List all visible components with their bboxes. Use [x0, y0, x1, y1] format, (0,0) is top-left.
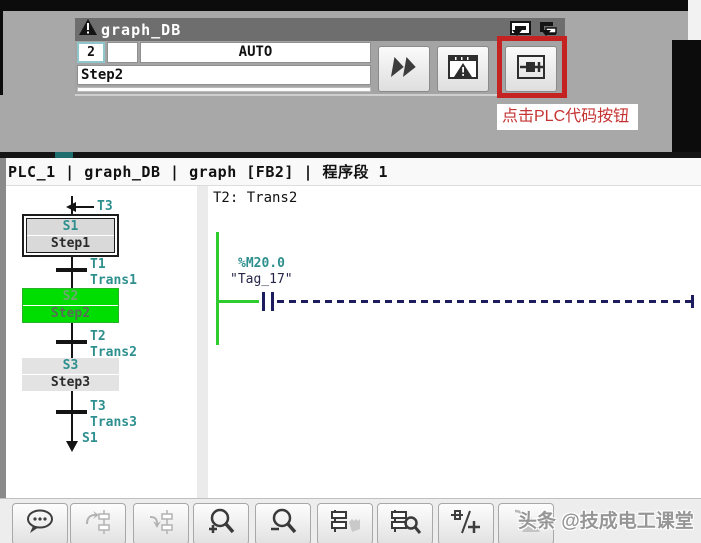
entry-arrow-icon: [66, 202, 76, 212]
power-rail: [216, 232, 219, 345]
step-id: S2: [62, 289, 79, 304]
jump-target-label: S1: [82, 431, 98, 446]
comment-icon: [24, 508, 56, 540]
comment-button[interactable]: [12, 503, 68, 543]
jump-down-icon: [145, 508, 177, 540]
empty-cell: [107, 42, 138, 63]
transition-name: Trans3: [90, 415, 137, 430]
jump-forward-icon: [82, 508, 114, 540]
breadcrumb[interactable]: PLC_1 | graph_DB | graph [FB2] | 程序段 1: [0, 158, 701, 186]
contact-symbol[interactable]: [271, 292, 274, 311]
zoom-in-icon: [205, 507, 237, 541]
network-header: T2: Trans2: [213, 190, 298, 206]
zoom-out-button[interactable]: [255, 503, 311, 543]
mode-display: AUTO: [140, 42, 371, 63]
contact-tag: "Tag_17": [230, 272, 293, 287]
warning-window-icon: [445, 53, 481, 85]
zoom-out-icon: [267, 507, 299, 541]
highlight-box: [497, 36, 567, 98]
fast-forward-button[interactable]: [378, 46, 430, 92]
window-left-edge: [0, 158, 6, 543]
transition-id: T1: [90, 257, 106, 272]
contact-operand: %M20.0: [238, 256, 285, 271]
warning-icon: [79, 19, 97, 40]
graph-editor-screen: graph_DB 2 AUTO Step2 点击PLC代码按钮 PLC_1 | …: [0, 0, 701, 543]
network-search-button[interactable]: [377, 503, 433, 543]
annotation-callout: 点击PLC代码按钮: [497, 104, 638, 130]
top-black-strip: [0, 0, 689, 11]
step-box-s2[interactable]: S2 Step2: [22, 288, 119, 323]
network-search-icon: [389, 508, 422, 540]
transition-t3[interactable]: [56, 410, 87, 414]
panel-titlebar[interactable]: graph_DB: [75, 18, 565, 41]
transition-id: T3: [90, 399, 106, 414]
panel-title: graph_DB: [101, 20, 182, 39]
pane-divider[interactable]: [197, 186, 208, 498]
network-overview-button[interactable]: [317, 503, 373, 543]
insert-contact-button[interactable]: [438, 503, 494, 543]
entry-transition-label: T3: [97, 199, 113, 214]
step-name: Step3: [50, 375, 91, 390]
panel-footer-strip: [77, 87, 371, 92]
entry-line: [74, 206, 94, 208]
step-box-s1[interactable]: S1 Step1: [22, 214, 119, 257]
transition-name: Trans1: [90, 273, 137, 288]
transition-id: T2: [90, 329, 106, 344]
right-black-region: [672, 40, 701, 152]
step-name: Step1: [50, 236, 91, 251]
left-border-bar: [0, 11, 3, 95]
jump-down-button[interactable]: [133, 503, 189, 543]
transition-t2[interactable]: [56, 340, 87, 344]
step-id: S1: [62, 219, 79, 234]
open-wire[interactable]: [277, 300, 691, 303]
step-box-s3[interactable]: S3 Step3: [22, 358, 119, 391]
current-step-display: Step2: [77, 65, 371, 85]
zoom-in-button[interactable]: [193, 503, 249, 543]
branch-wire: [216, 300, 259, 303]
jump-forward-button[interactable]: [70, 503, 126, 543]
fast-forward-icon: [387, 54, 421, 84]
network-overview-icon: [329, 508, 361, 540]
contact-symbol[interactable]: [262, 292, 265, 311]
transition-t1[interactable]: [56, 268, 87, 272]
step-id: S3: [62, 358, 79, 373]
insert-contact-icon: [449, 507, 483, 541]
watermark: 头条 @技成电工课堂: [518, 511, 694, 532]
jump-arrow-icon: [66, 441, 78, 452]
warning-window-button[interactable]: [437, 46, 489, 92]
step-number-field[interactable]: 2: [77, 42, 105, 63]
top-right-corner: [688, 0, 701, 40]
step-name: Step2: [50, 306, 91, 321]
wire-end-tick: [691, 295, 694, 308]
